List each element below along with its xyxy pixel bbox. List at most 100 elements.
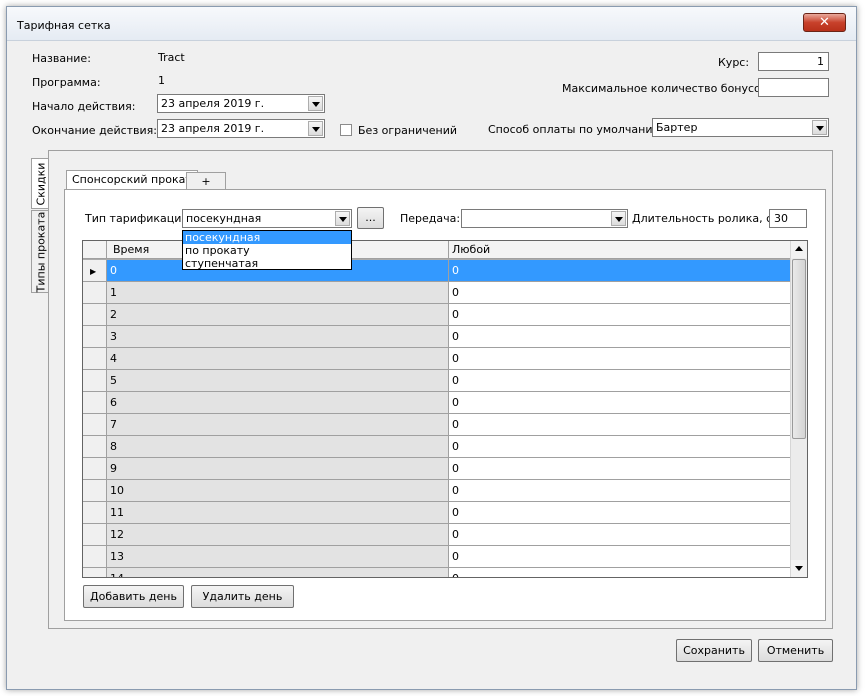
table-row[interactable]: 11 0 bbox=[83, 502, 791, 524]
time-cell[interactable]: 2 bbox=[107, 304, 449, 326]
table-row[interactable]: 140 bbox=[83, 568, 791, 577]
any-cell[interactable]: 0 bbox=[449, 546, 791, 568]
chevron-down-icon[interactable] bbox=[308, 121, 323, 136]
table-row[interactable]: 60 bbox=[83, 392, 791, 414]
time-cell[interactable]: 3 bbox=[107, 326, 449, 348]
dropdown-option[interactable]: ступенчатая bbox=[183, 257, 351, 270]
row-header[interactable] bbox=[83, 436, 107, 458]
row-header[interactable]: ▶ bbox=[83, 260, 107, 282]
time-cell[interactable]: 12 bbox=[107, 524, 449, 546]
time-cell[interactable]: 6 bbox=[107, 392, 449, 414]
add-day-button[interactable]: Добавить день bbox=[83, 585, 184, 608]
table-row[interactable]: 80 bbox=[83, 436, 791, 458]
scroll-down-icon[interactable] bbox=[791, 560, 807, 577]
scroll-thumb[interactable] bbox=[792, 259, 806, 439]
tariff-data-grid[interactable]: Время Любой ▶ 0 0 1 0 2 0 3 0 4 0 5 0 6 0 7 0 8 0 9 0 10 0 11 0 1… bbox=[82, 240, 808, 578]
plus-icon: + bbox=[201, 175, 211, 188]
row-header[interactable] bbox=[83, 480, 107, 502]
time-cell[interactable]: 5 bbox=[107, 370, 449, 392]
any-cell[interactable]: 0 bbox=[449, 524, 791, 546]
time-cell[interactable]: 8 bbox=[107, 436, 449, 458]
any-cell[interactable]: 0 bbox=[449, 260, 791, 282]
close-icon: ✕ bbox=[819, 15, 830, 30]
time-cell[interactable]: 4 bbox=[107, 348, 449, 370]
row-header[interactable] bbox=[83, 414, 107, 436]
row-header[interactable] bbox=[83, 304, 107, 326]
payment-method-value: Бартер bbox=[656, 121, 698, 134]
table-row[interactable]: 70 bbox=[83, 414, 791, 436]
any-cell[interactable]: 0 bbox=[449, 458, 791, 480]
column-header-any[interactable]: Любой bbox=[449, 241, 791, 259]
table-row[interactable]: 13 0 bbox=[83, 546, 791, 568]
no-limit-checkbox[interactable] bbox=[340, 124, 352, 136]
row-header[interactable] bbox=[83, 282, 107, 304]
tab-rental-types-label: Типы проката bbox=[34, 211, 47, 292]
chevron-down-icon[interactable] bbox=[812, 120, 827, 135]
scroll-up-icon[interactable] bbox=[791, 241, 807, 258]
start-date-picker[interactable]: 23 апреля 2019 г. bbox=[157, 94, 325, 113]
table-row[interactable]: 10 0 bbox=[83, 480, 791, 502]
chevron-down-icon[interactable] bbox=[335, 211, 350, 226]
end-date-value: 23 апреля 2019 г. bbox=[161, 122, 265, 135]
any-cell[interactable]: 0 bbox=[449, 502, 791, 524]
remove-day-button[interactable]: Удалить день bbox=[191, 585, 294, 608]
any-cell[interactable]: 0 bbox=[449, 370, 791, 392]
any-cell[interactable]: 0 bbox=[449, 304, 791, 326]
cancel-button[interactable]: Отменить bbox=[758, 639, 833, 662]
tab-rental-types[interactable]: Типы проката bbox=[31, 210, 49, 293]
duration-input[interactable]: 30 bbox=[769, 209, 807, 228]
dropdown-option[interactable]: посекундная bbox=[183, 231, 351, 244]
row-header[interactable] bbox=[83, 348, 107, 370]
row-header[interactable] bbox=[83, 502, 107, 524]
row-header[interactable] bbox=[83, 458, 107, 480]
row-header[interactable] bbox=[83, 392, 107, 414]
row-header[interactable] bbox=[83, 546, 107, 568]
time-cell[interactable]: 1 bbox=[107, 282, 449, 304]
rate-input[interactable]: 1 bbox=[758, 52, 829, 71]
any-cell[interactable]: 0 bbox=[449, 568, 791, 577]
dropdown-option[interactable]: по прокату bbox=[183, 244, 351, 257]
time-cell[interactable]: 9 bbox=[107, 458, 449, 480]
row-header[interactable] bbox=[83, 568, 107, 577]
any-cell[interactable]: 0 bbox=[449, 282, 791, 304]
table-row[interactable]: 90 bbox=[83, 458, 791, 480]
tariff-type-dropdown-list[interactable]: посекундная по прокату ступенчатая bbox=[182, 230, 352, 270]
payment-method-select[interactable]: Бартер bbox=[652, 118, 829, 137]
time-cell[interactable]: 10 bbox=[107, 480, 449, 502]
broadcast-select[interactable] bbox=[461, 209, 628, 228]
table-row[interactable]: 12 0 bbox=[83, 524, 791, 546]
row-header[interactable] bbox=[83, 524, 107, 546]
table-row[interactable]: 20 bbox=[83, 304, 791, 326]
any-cell[interactable]: 0 bbox=[449, 348, 791, 370]
chevron-down-icon[interactable] bbox=[308, 96, 323, 111]
save-button[interactable]: Сохранить bbox=[676, 639, 752, 662]
tab-discounts-label: Скидки bbox=[34, 162, 47, 205]
tab-sponsor-rental[interactable]: Спонсорский прокат bbox=[66, 170, 198, 191]
table-row[interactable]: 40 bbox=[83, 348, 791, 370]
table-row[interactable]: 10 bbox=[83, 282, 791, 304]
any-cell[interactable]: 0 bbox=[449, 326, 791, 348]
any-cell[interactable]: 0 bbox=[449, 436, 791, 458]
time-cell[interactable]: 14 bbox=[107, 568, 449, 577]
time-cell[interactable]: 11 bbox=[107, 502, 449, 524]
title-bar: Тарифная сетка ✕ bbox=[7, 7, 856, 41]
table-row[interactable]: 30 bbox=[83, 326, 791, 348]
table-row[interactable]: 50 bbox=[83, 370, 791, 392]
end-date-picker[interactable]: 23 апреля 2019 г. bbox=[157, 119, 325, 138]
any-cell[interactable]: 0 bbox=[449, 480, 791, 502]
browse-button[interactable]: ... bbox=[357, 207, 384, 229]
tab-discounts[interactable]: Скидки bbox=[31, 158, 49, 209]
row-header[interactable] bbox=[83, 370, 107, 392]
grid-scrollbar[interactable] bbox=[790, 241, 807, 577]
time-cell[interactable]: 13 bbox=[107, 546, 449, 568]
row-header[interactable] bbox=[83, 326, 107, 348]
tariff-type-select[interactable]: посекундная bbox=[182, 209, 352, 228]
program-label: Программа: bbox=[32, 76, 101, 89]
time-cell[interactable]: 7 bbox=[107, 414, 449, 436]
chevron-down-icon[interactable] bbox=[611, 211, 626, 226]
max-bonus-input[interactable] bbox=[758, 78, 829, 97]
any-cell[interactable]: 0 bbox=[449, 414, 791, 436]
tariff-type-label: Тип тарификации: bbox=[85, 212, 193, 225]
any-cell[interactable]: 0 bbox=[449, 392, 791, 414]
close-button[interactable]: ✕ bbox=[803, 13, 846, 32]
